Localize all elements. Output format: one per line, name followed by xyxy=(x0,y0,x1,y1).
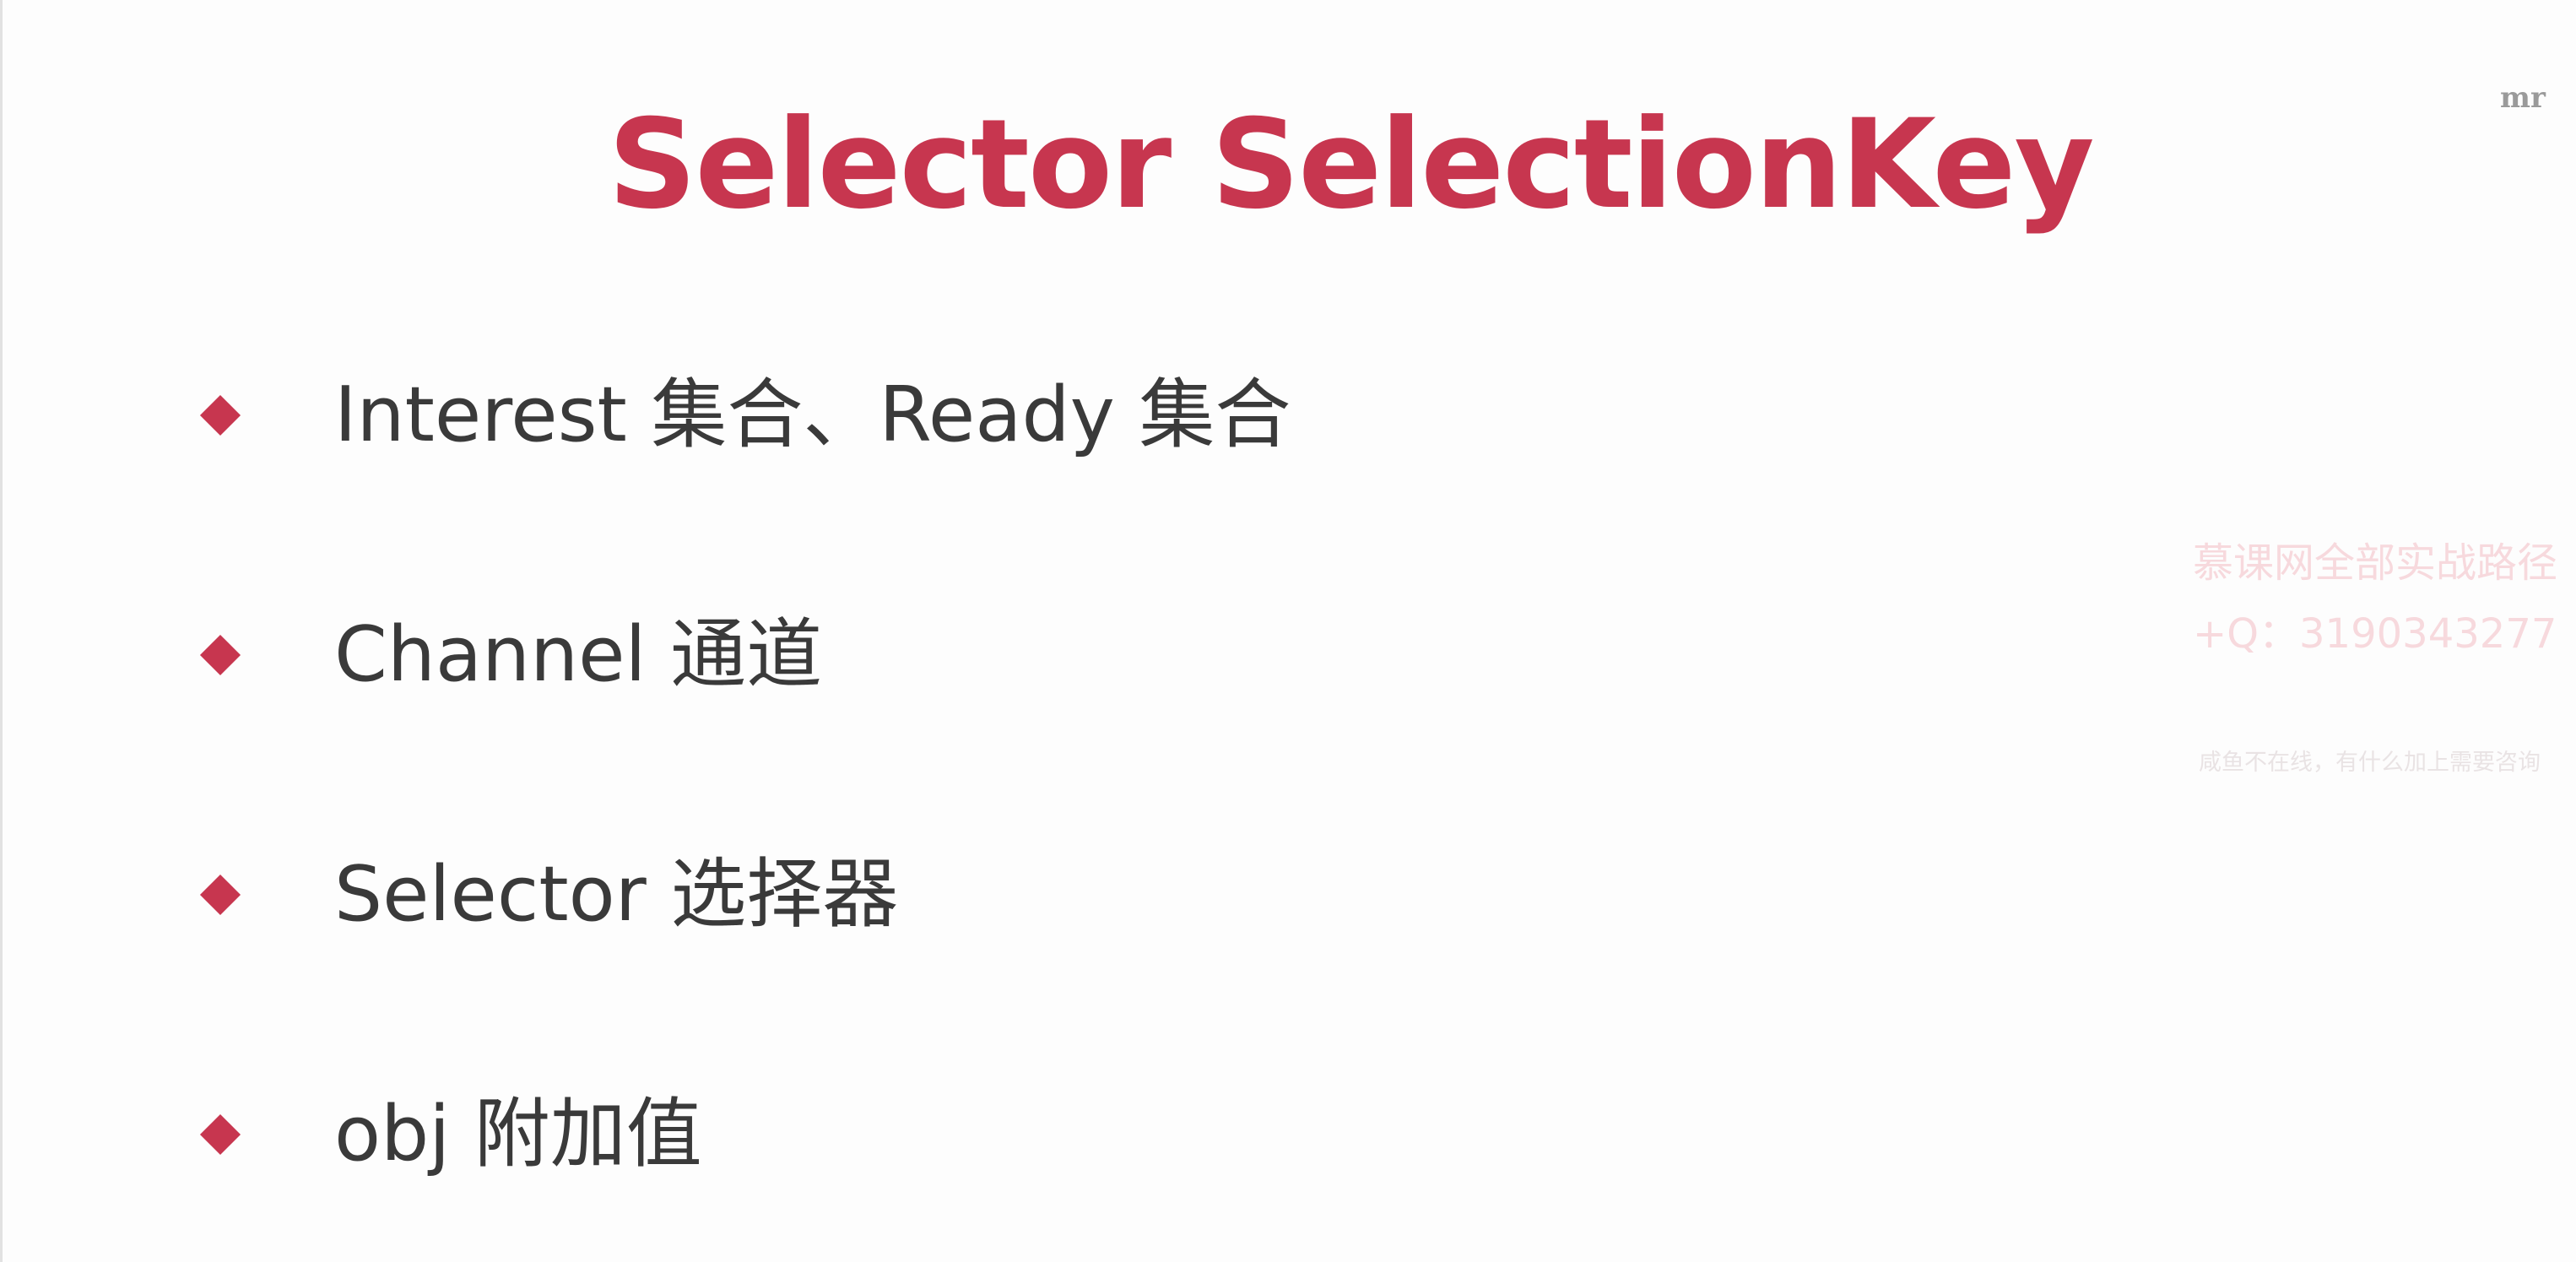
diamond-bullet-icon xyxy=(199,874,241,916)
bullet-item: Channel 通道 xyxy=(194,604,822,706)
bullet-item: Interest 集合、Ready 集合 xyxy=(194,365,1291,466)
watermark-line-3: 咸鱼不在线，有什么加上需要咨询 xyxy=(2199,750,2541,776)
watermark-line-1: 慕课网全部实战路径 xyxy=(2193,539,2558,587)
watermark-line-2: +Q：3190343277 xyxy=(2193,610,2557,658)
bullet-list: Interest 集合、Ready 集合 Channel 通道 Selector… xyxy=(0,0,2576,1262)
bullet-item: obj 附加值 xyxy=(194,1084,702,1185)
bullet-text: Selector 选择器 xyxy=(334,850,899,939)
bullet-item: Selector 选择器 xyxy=(194,844,898,945)
bullet-text: Interest 集合、Ready 集合 xyxy=(334,371,1291,459)
diamond-bullet-icon xyxy=(199,1113,241,1156)
slide: Selector SelectionKey mr Interest 集合、Rea… xyxy=(0,0,2576,1262)
bullet-text: Channel 通道 xyxy=(334,610,823,699)
bullet-text: obj 附加值 xyxy=(334,1090,702,1178)
diamond-bullet-icon xyxy=(199,394,241,436)
diamond-bullet-icon xyxy=(199,634,241,676)
